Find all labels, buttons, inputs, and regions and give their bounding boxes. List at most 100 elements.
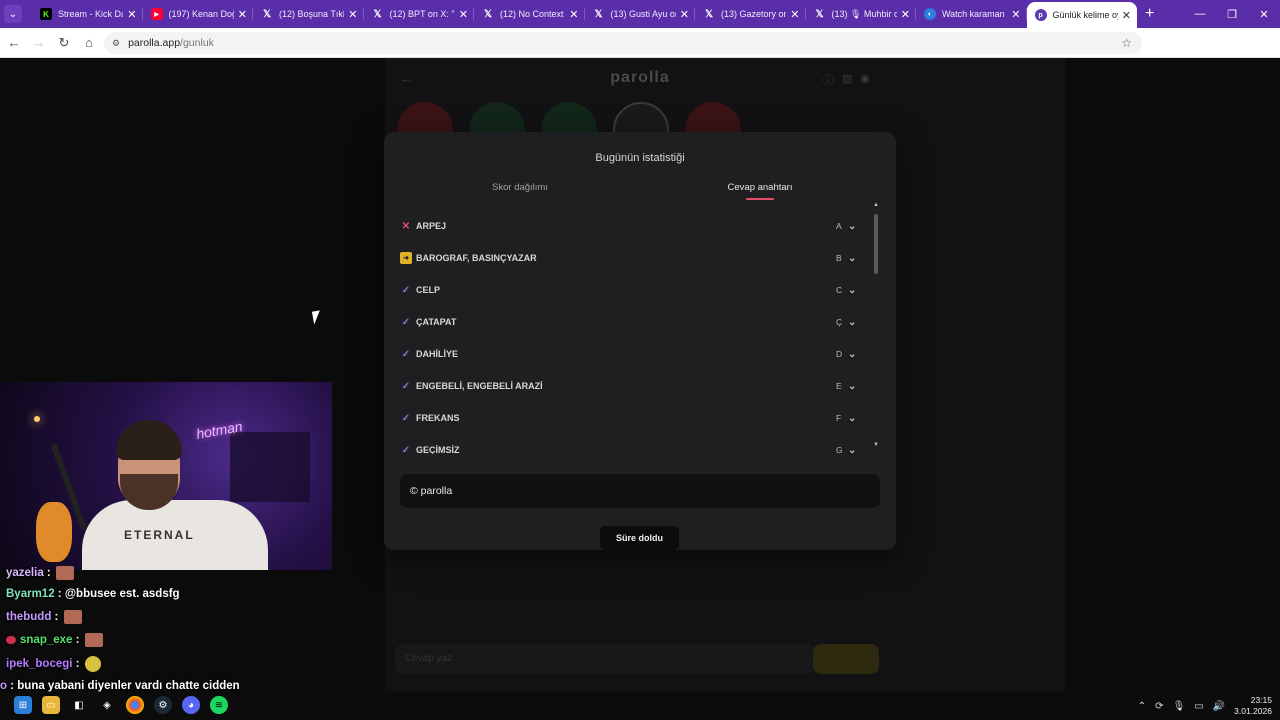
chevron-down-icon[interactable]: ⌄ [848, 349, 856, 360]
tab-close-icon[interactable]: ✕ [569, 8, 578, 21]
chevron-down-icon[interactable]: ⌄ [848, 445, 856, 455]
chevron-down-icon[interactable]: ⌄ [848, 221, 856, 232]
x-icon: 𝕏 [483, 8, 493, 20]
tab-title: (12) No Context V [500, 9, 566, 19]
home-icon[interactable]: ⌂ [78, 35, 100, 50]
tab-close-icon[interactable]: ✕ [459, 8, 468, 21]
answer-row[interactable]: ✓ ENGEBELİ, ENGEBELİ ARAZİ E ⌄ [400, 370, 880, 402]
discord-icon[interactable]: ◕ [182, 696, 200, 714]
chat-username[interactable]: o [0, 680, 7, 692]
tray-overflow-icon[interactable]: ⌃ [1138, 701, 1146, 712]
answer-row[interactable]: ✓ FREKANS F ⌄ [400, 402, 880, 434]
app-icon[interactable]: ◈ [98, 696, 116, 714]
start-menu-icon[interactable]: ⊞ [14, 696, 32, 714]
address-bar[interactable]: ⚙ parolla.app/gunluk ☆ [104, 32, 1142, 54]
answer-key-list: ✕ ARPEJ A ⌄ ➜ BAROGRAF, BASINÇYAZAR B ⌄ ✓ CELP C ⌄ ✓… [400, 210, 880, 454]
chat-username[interactable]: snap_exe [20, 634, 72, 646]
browser-tab[interactable]: 𝕏 (13) Gazetory on X✕ [695, 0, 806, 28]
answer-list-scrollbar[interactable]: ▲ ▼ [872, 202, 880, 452]
system-clock[interactable]: 23:15 3.01.2026 [1234, 695, 1272, 717]
reload-icon[interactable]: ↻ [53, 35, 75, 51]
chat-message: o : buna yabani diyenler vardı chatte ci… [0, 680, 240, 692]
tab-close-icon[interactable]: ✕ [127, 8, 136, 21]
chat-username[interactable]: yazelia [6, 567, 44, 579]
display-icon[interactable]: ▭ [1194, 701, 1203, 712]
tab-close-icon[interactable]: ✕ [790, 8, 799, 21]
tab-close-icon[interactable]: ✕ [1122, 9, 1131, 22]
chevron-down-icon[interactable]: ⌄ [848, 253, 856, 264]
time-up-button[interactable]: Süre doldu [600, 526, 679, 550]
tab-title: Stream - Kick Dashboard [58, 9, 123, 19]
tab-close-icon[interactable]: ✕ [1011, 8, 1020, 21]
answer-row[interactable]: ✓ ÇATAPAT Ç ⌄ [400, 306, 880, 338]
chat-separator: : [54, 588, 65, 600]
tab-close-icon[interactable]: ✕ [348, 8, 357, 21]
browser-tab[interactable]: ◐ Watch karaman d ✕ [916, 0, 1027, 28]
x-icon: 𝕏 [594, 8, 603, 20]
chevron-down-icon[interactable]: ⌄ [848, 413, 856, 424]
back-icon[interactable]: ← [3, 35, 25, 50]
browser-tab[interactable]: 𝕏 (13) 🎙 Muhbir on ✕ [806, 0, 917, 28]
answer-row[interactable]: ✓ CELP C ⌄ [400, 274, 880, 306]
tab-close-icon[interactable]: ✕ [680, 8, 689, 21]
profile-icon[interactable]: ◉ [860, 72, 870, 88]
chevron-down-icon[interactable]: ⌄ [848, 317, 856, 328]
browser-tab[interactable]: 𝕏 (12) Boşuna Tıklama ✕ [253, 0, 364, 28]
browser-tab[interactable]: ▶ (197) Kenan Doğulu ✕ [143, 0, 254, 28]
browser-tab[interactable]: K Stream - Kick Dashboard ✕ [32, 0, 143, 28]
close-window-icon[interactable]: ✕ [1248, 8, 1280, 21]
answer-row[interactable]: ✓ DAHİLİYE D ⌄ [400, 338, 880, 370]
site-info-icon[interactable]: ⚙ [112, 38, 120, 49]
answer-letter: A [836, 221, 842, 231]
kick-icon: K [40, 8, 52, 20]
tab-score-distribution[interactable]: Skor dağılımı [400, 182, 640, 204]
answer-row[interactable]: ➜ BAROGRAF, BASINÇYAZAR B ⌄ [400, 242, 880, 274]
scroll-up-icon[interactable]: ▲ [872, 202, 880, 208]
check-icon: ✓ [401, 412, 411, 424]
chrome-icon[interactable] [126, 696, 144, 714]
sync-icon[interactable]: ⟳ [1155, 701, 1163, 712]
minimize-icon[interactable]: — [1184, 8, 1216, 20]
steam-icon[interactable]: ⚙ [154, 696, 172, 714]
chevron-down-icon[interactable]: ⌄ [848, 285, 856, 296]
chevron-down-icon[interactable]: ⌄ [848, 381, 856, 392]
forward-icon[interactable]: → [28, 35, 50, 50]
scroll-down-icon[interactable]: ▼ [872, 442, 880, 448]
chat-username[interactable]: thebudd [6, 611, 51, 623]
browser-tab[interactable]: 𝕏 (12) No Context V ✕ [474, 0, 585, 28]
stats-icon[interactable]: ▥ [842, 72, 852, 88]
tab-search-icon[interactable]: ⌄ [4, 5, 22, 23]
spotify-icon[interactable]: ≋ [210, 696, 228, 714]
bookmark-star-icon[interactable]: ☆ [1121, 36, 1132, 50]
tab-close-icon[interactable]: ✕ [238, 8, 247, 21]
restore-icon[interactable]: ❐ [1216, 8, 1248, 21]
scroll-thumb[interactable] [874, 214, 878, 274]
check-icon: ✓ [401, 284, 411, 296]
site-logo: parolla [610, 69, 670, 86]
chat-username[interactable]: ipek_bocegi [6, 658, 72, 670]
answer-letter: F [836, 413, 842, 423]
microphone-icon[interactable]: 🎙 [1173, 701, 1186, 712]
answer-row[interactable]: ✕ ARPEJ A ⌄ [400, 210, 880, 242]
tab-answer-key[interactable]: Cevap anahtarı [640, 182, 880, 204]
browser-tab[interactable]: 𝕏 (12) BPT on X: "Bi ✕ [364, 0, 475, 28]
chat-username[interactable]: Byarm12 [6, 588, 55, 600]
file-explorer-icon[interactable]: ▭ [42, 696, 60, 714]
tab-title: (13) Gazetory on X [721, 9, 787, 19]
new-tab-button[interactable]: + [1145, 5, 1154, 23]
answer-row[interactable]: ✓ GEÇİMSİZ G ⌄ [400, 434, 880, 455]
volume-icon[interactable]: 🔊 [1213, 701, 1225, 712]
browser-tab[interactable]: p Günlük kelime oyunu ✕ [1026, 2, 1137, 28]
tab-close-icon[interactable]: ✕ [901, 8, 910, 21]
submit-button[interactable] [813, 644, 879, 674]
answer-letter: G [836, 445, 843, 454]
app-icon[interactable]: ◧ [70, 696, 88, 714]
parolla-icon: p [1034, 9, 1047, 21]
info-icon[interactable]: ⓘ [823, 72, 834, 88]
tab-title: Watch karaman d [942, 9, 1008, 19]
youtube-icon: ▶ [150, 8, 163, 20]
answer-input[interactable]: Cevap yaz [395, 644, 815, 674]
browser-tab[interactable]: 𝕏 (13) Gusti Ayu on ✕ [585, 0, 696, 28]
chat-message: ipek_bocegi : [6, 656, 101, 672]
system-tray: ⌃ ⟳ 🎙 ▭ 🔊 23:15 3.01.2026 [1138, 692, 1272, 720]
